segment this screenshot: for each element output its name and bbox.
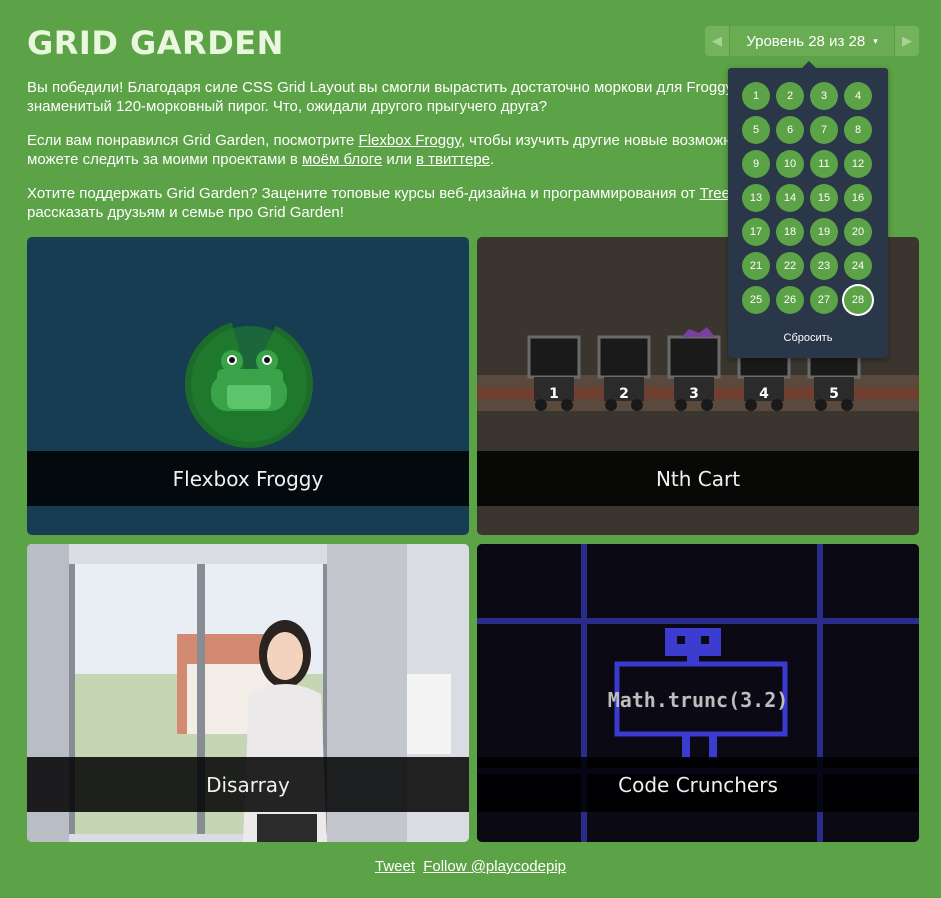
flexbox-froggy-link[interactable]: Flexbox Froggy [359,132,461,149]
text-span: или [382,151,417,168]
level-10-button[interactable]: 10 [776,150,804,178]
prev-level-button[interactable]: ◀ [705,26,729,56]
blog-link[interactable]: моём блоге [302,151,382,168]
code-expression: Math.trunc(3.2) [608,688,789,712]
card-title: Nth Cart [477,451,919,506]
level-20-button[interactable]: 20 [844,218,872,246]
level-16-button[interactable]: 16 [844,184,872,212]
level-4-button[interactable]: 4 [844,82,872,110]
cart-number: 4 [759,386,769,402]
text-span: Хотите поддержать Grid Garden? Зацените … [27,185,700,202]
level-7-button[interactable]: 7 [810,116,838,144]
code-crunchers-card[interactable]: Math.trunc(3.2) Code Crunchers [477,544,919,842]
level-indicator: Уровень 28 из 28 [746,32,866,50]
level-selector: ◀ Уровень 28 из 28 ▾ ▶ [705,26,919,56]
level-6-button[interactable]: 6 [776,116,804,144]
chevron-right-icon: ▶ [902,33,912,48]
cart-number: 2 [619,386,629,402]
cart-number: 3 [689,386,699,402]
twitter-link[interactable]: в твиттере [416,151,490,168]
level-18-button[interactable]: 18 [776,218,804,246]
card-title: Code Crunchers [477,757,919,812]
text-span: Если вам понравился Grid Garden, посмотр… [27,132,359,149]
cart-number: 5 [829,386,839,402]
level-24-button[interactable]: 24 [844,252,872,280]
level-12-button[interactable]: 12 [844,150,872,178]
footer: Tweet Follow @playcodepip [0,858,941,875]
level-3-button[interactable]: 3 [810,82,838,110]
chevron-left-icon: ◀ [712,33,722,48]
flexbox-froggy-card[interactable]: Flexbox Froggy [27,237,469,535]
level-dropdown-toggle[interactable]: Уровень 28 из 28 ▾ [729,26,895,56]
cart-number: 1 [549,386,559,402]
level-14-button[interactable]: 14 [776,184,804,212]
card-title: Flexbox Froggy [27,451,469,506]
reset-button[interactable]: Сбросить [728,332,888,344]
level-8-button[interactable]: 8 [844,116,872,144]
level-27-button[interactable]: 27 [810,286,838,314]
level-9-button[interactable]: 9 [742,150,770,178]
level-23-button[interactable]: 23 [810,252,838,280]
level-22-button[interactable]: 22 [776,252,804,280]
page-title: GRID GARDEN [27,24,284,62]
level-2-button[interactable]: 2 [776,82,804,110]
level-21-button[interactable]: 21 [742,252,770,280]
level-15-button[interactable]: 15 [810,184,838,212]
level-5-button[interactable]: 5 [742,116,770,144]
level-17-button[interactable]: 17 [742,218,770,246]
level-26-button[interactable]: 26 [776,286,804,314]
caret-down-icon: ▾ [873,35,878,46]
text-span: . [490,151,495,168]
level-1-button[interactable]: 1 [742,82,770,110]
level-19-button[interactable]: 19 [810,218,838,246]
level-25-button[interactable]: 25 [742,286,770,314]
level-28-button[interactable]: 28 [844,286,872,314]
next-level-button[interactable]: ▶ [895,26,919,56]
level-grid: 1 2 3 4 5 6 7 8 9 10 11 12 13 14 15 16 17 18 19 20 21 22 23 24 2… [742,82,876,314]
follow-link[interactable]: Follow @playcodepip [423,858,566,875]
disarray-card[interactable]: Disarray [27,544,469,842]
level-13-button[interactable]: 13 [742,184,770,212]
card-title: Disarray [27,757,469,812]
level-11-button[interactable]: 11 [810,150,838,178]
tweet-link[interactable]: Tweet [375,858,415,875]
level-dropdown: 1 2 3 4 5 6 7 8 9 10 11 12 13 14 15 16 17 18 19 20 21 22 23 24 2… [728,61,888,358]
